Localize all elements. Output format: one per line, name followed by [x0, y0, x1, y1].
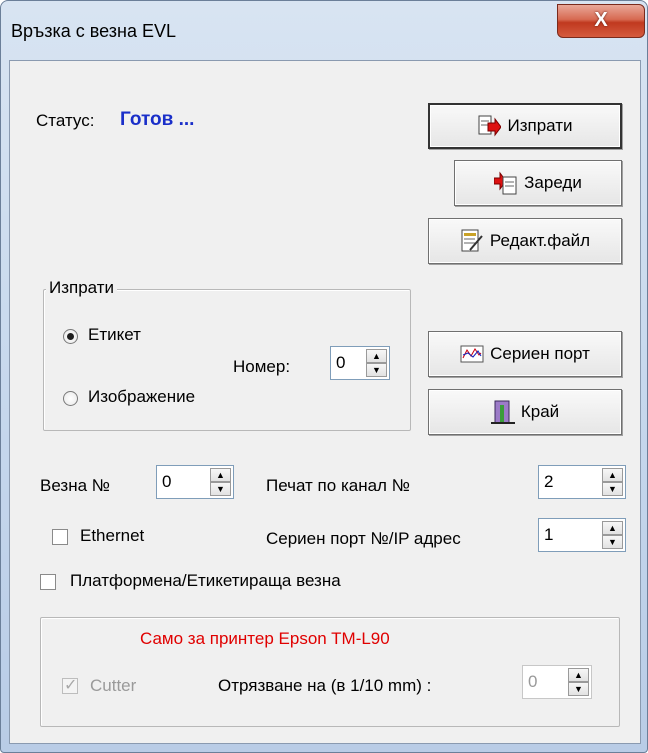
edit-file-button[interactable]: Редакт.файл	[428, 218, 622, 264]
window-title: Връзка с везна EVL	[11, 21, 177, 41]
serial-port-button-label: Сериен порт	[490, 344, 590, 363]
print-channel-value: 2	[544, 472, 554, 491]
edit-file-button-label: Редакт.файл	[489, 231, 591, 250]
serial-ip-label: Сериен порт №/IP адрес	[266, 529, 461, 548]
platform-scale-label: Платформена/Етикетираща везна	[70, 571, 341, 590]
dialog-window: Връзка с везна EVL X Статус: Готов ... И…	[0, 0, 648, 753]
checkmark-icon: ✓	[64, 677, 78, 694]
edit-file-icon	[460, 228, 484, 254]
cutter-checkbox[interactable]: ✓	[62, 677, 78, 694]
load-button[interactable]: Зареди	[454, 160, 622, 206]
platform-scale-checkbox[interactable]	[40, 574, 56, 590]
scale-number-spinner[interactable]: 0 ▲ ▼	[156, 465, 234, 499]
serial-ip-spinner[interactable]: 1 ▲ ▼	[538, 518, 626, 552]
exit-door-icon	[490, 399, 515, 425]
serial-port-icon	[460, 341, 484, 367]
load-button-label: Зареди	[524, 173, 582, 192]
exit-button-label: Край	[520, 402, 560, 421]
spin-up-icon[interactable]: ▲	[602, 468, 623, 482]
send-document-icon	[477, 113, 503, 139]
spin-up-icon[interactable]: ▲	[568, 668, 589, 682]
number-label: Номер:	[233, 357, 291, 376]
status-value: Готов ...	[120, 109, 195, 130]
image-radio[interactable]	[63, 391, 78, 406]
load-document-icon	[493, 170, 518, 196]
number-value: 0	[336, 353, 346, 372]
cut-length-label: Отрязване на (в 1/10 mm) :	[218, 676, 432, 695]
scale-number-value: 0	[162, 472, 172, 491]
spin-down-icon[interactable]: ▼	[568, 682, 589, 696]
serial-port-button[interactable]: Сериен порт	[428, 331, 622, 377]
send-button[interactable]: Изпрати	[428, 103, 622, 149]
spin-down-icon[interactable]: ▼	[602, 535, 623, 549]
print-channel-label: Печат по канал №	[266, 476, 410, 495]
ethernet-checkbox[interactable]	[52, 529, 68, 545]
epson-caption: Само за принтер Epson TM-L90	[140, 629, 390, 648]
image-radio-label: Изображение	[88, 387, 196, 406]
cutter-label: Cutter	[90, 676, 137, 695]
close-button[interactable]: X	[557, 4, 645, 38]
scale-number-label: Везна №	[40, 476, 111, 495]
spin-up-icon[interactable]: ▲	[210, 468, 231, 482]
status-label: Статус:	[36, 111, 95, 130]
spin-down-icon[interactable]: ▼	[602, 482, 623, 496]
cut-length-spinner[interactable]: 0 ▲ ▼	[522, 665, 592, 699]
label-radio[interactable]	[63, 329, 78, 344]
number-spinner[interactable]: 0 ▲ ▼	[330, 346, 390, 380]
spin-up-icon[interactable]: ▲	[602, 521, 623, 535]
spin-up-icon[interactable]: ▲	[366, 349, 387, 363]
dialog-client-area: Статус: Готов ... Изпрати Зареди Редакт.…	[9, 60, 641, 744]
spin-down-icon[interactable]: ▼	[366, 363, 387, 377]
send-button-label: Изпрати	[507, 116, 573, 135]
print-channel-spinner[interactable]: 2 ▲ ▼	[538, 465, 626, 499]
ethernet-label: Ethernet	[80, 526, 145, 545]
send-group-title: Изпрати	[46, 278, 118, 298]
serial-ip-value: 1	[544, 525, 554, 544]
spin-down-icon[interactable]: ▼	[210, 482, 231, 496]
label-radio-label: Етикет	[88, 325, 141, 344]
cut-length-value: 0	[528, 672, 538, 691]
exit-button[interactable]: Край	[428, 389, 622, 435]
